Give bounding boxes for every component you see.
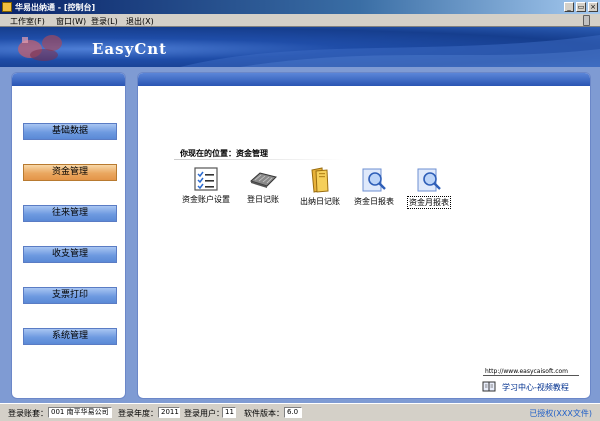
location-divider [174, 159, 344, 160]
app-icon [2, 2, 12, 12]
banner-swoosh-icon [180, 35, 600, 67]
content-panel-header [138, 73, 590, 86]
func-cashier-journal[interactable]: 出纳日记账 [290, 167, 350, 213]
version-label: 软件版本： [244, 409, 284, 418]
year-value: 2011 [158, 407, 180, 418]
keyboard-icon [250, 172, 277, 188]
account-label: 登录账套： [8, 409, 48, 418]
close-button[interactable]: × [588, 2, 598, 12]
func-daily-entry[interactable]: 登日记账 [233, 167, 293, 213]
title-bar: 华易出纳通 - [控制台] _ ▭ × [0, 0, 600, 14]
status-bar: 登录账套： 001 南平华易公司 登录年度： 2011 登录用户： 11 软件版… [0, 403, 600, 421]
authorization-status: 已授权(XXX文件) [529, 409, 592, 418]
book-icon [482, 381, 496, 392]
func-label: 出纳日记账 [300, 197, 340, 206]
func-daily-report[interactable]: 资金日报表 [344, 167, 404, 213]
menu-workroom[interactable]: 工作室(F) [10, 16, 45, 27]
minimize-button[interactable]: _ [564, 2, 574, 12]
header-banner: EasyCnt [0, 27, 600, 67]
func-label: 资金月报表 [407, 196, 451, 209]
user-value: 11 [222, 407, 236, 418]
brand-logo: EasyCnt [92, 40, 168, 58]
window-title: 华易出纳通 - [控制台] [15, 3, 96, 12]
nav-contacts-management[interactable]: 往来管理 [23, 205, 117, 222]
menu-bar: 工作室(F) 窗口(W) 登录(L) 退出(X) [0, 14, 600, 27]
content-panel: 你现在的位置：资金管理 资金账户设置 登日记账 出纳日记账 资金日报表 资金月报… [137, 72, 591, 399]
nav-system-management[interactable]: 系统管理 [23, 328, 117, 345]
report-search-icon [417, 168, 441, 192]
nav-fund-management[interactable]: 资金管理 [23, 164, 117, 181]
menu-window[interactable]: 窗口(W) [56, 16, 86, 27]
nav-basic-data[interactable]: 基础数据 [23, 123, 117, 140]
current-location: 你现在的位置：资金管理 [180, 149, 268, 158]
url-divider [483, 375, 579, 376]
func-account-setup[interactable]: 资金账户设置 [176, 167, 236, 213]
func-label: 登日记账 [247, 195, 279, 204]
func-label: 资金账户设置 [182, 195, 230, 204]
version-value: 6.0 [284, 407, 302, 418]
year-label: 登录年度： [118, 409, 158, 418]
trash-icon[interactable] [583, 15, 590, 26]
func-label: 资金日报表 [354, 197, 394, 206]
menu-exit[interactable]: 退出(X) [126, 16, 154, 27]
report-search-icon [362, 168, 386, 192]
website-link[interactable]: http://www.easycaisoft.com [485, 368, 568, 375]
folder-icon [311, 167, 329, 193]
menu-login[interactable]: 登录(L) [91, 16, 118, 27]
checklist-icon [194, 167, 218, 191]
func-monthly-report[interactable]: 资金月报表 [399, 167, 459, 213]
nav-income-expense[interactable]: 收支管理 [23, 246, 117, 263]
user-label: 登录用户： [184, 409, 224, 418]
account-value: 001 南平华易公司 [48, 407, 112, 418]
help-video-label: 学习中心-视频教程 [502, 383, 569, 392]
coins-art-icon [18, 35, 62, 61]
restore-button[interactable]: ▭ [576, 2, 586, 12]
navigation-panel: 基础数据 资金管理 往来管理 收支管理 支票打印 系统管理 [11, 72, 126, 399]
nav-check-print[interactable]: 支票打印 [23, 287, 117, 304]
nav-panel-header [12, 73, 125, 86]
